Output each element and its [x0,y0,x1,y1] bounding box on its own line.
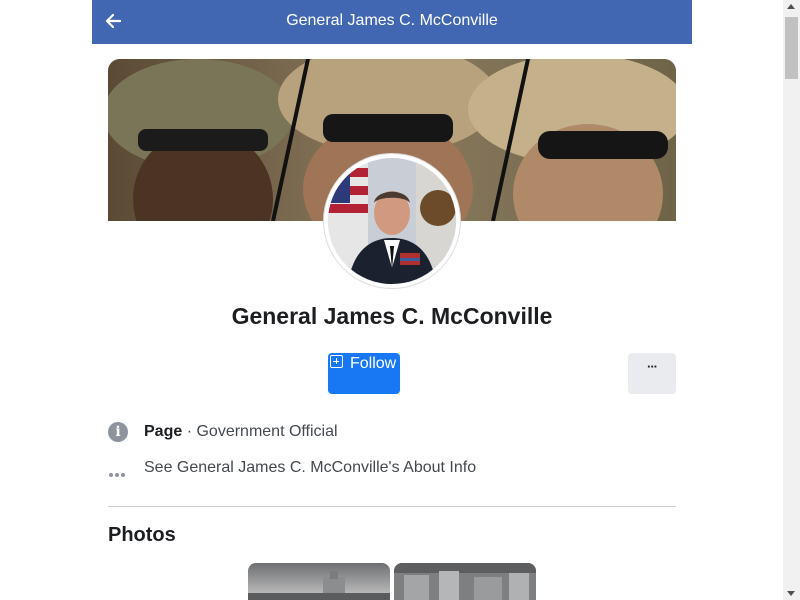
photo-thumbnail[interactable] [394,563,536,600]
more-dots-icon: ··· [647,359,658,374]
profile-picture[interactable] [324,154,460,288]
follow-plus-icon [330,355,343,368]
profile-name: General James C. McConville [231,303,553,329]
vertical-scrollbar[interactable] [783,0,800,600]
divider [108,506,676,507]
about-info-row[interactable]: See General James C. McConville's About … [108,458,676,480]
more-options-button[interactable]: ··· [628,353,676,394]
scroll-thumb[interactable] [785,17,798,79]
photos-section-title: Photos [108,524,176,546]
category-value: Government Official [196,423,338,440]
about-info-link[interactable]: See General James C. McConville's About … [144,459,476,477]
ellipsis-icon [109,464,127,477]
scroll-down-icon[interactable] [787,591,795,596]
follow-label: Follow [350,355,397,372]
info-icon: i [108,422,128,442]
category-separator: · [182,423,197,440]
follow-button[interactable]: Follow [328,353,400,394]
category-row: i Page · Government Official [108,422,676,444]
avatar [328,158,456,284]
top-app-bar: General James C. McConville [92,0,692,44]
category-label: Page [144,423,183,440]
scroll-up-icon[interactable] [787,4,795,9]
page-title: General James C. McConville [286,12,498,29]
photo-thumbnail[interactable] [248,563,390,600]
